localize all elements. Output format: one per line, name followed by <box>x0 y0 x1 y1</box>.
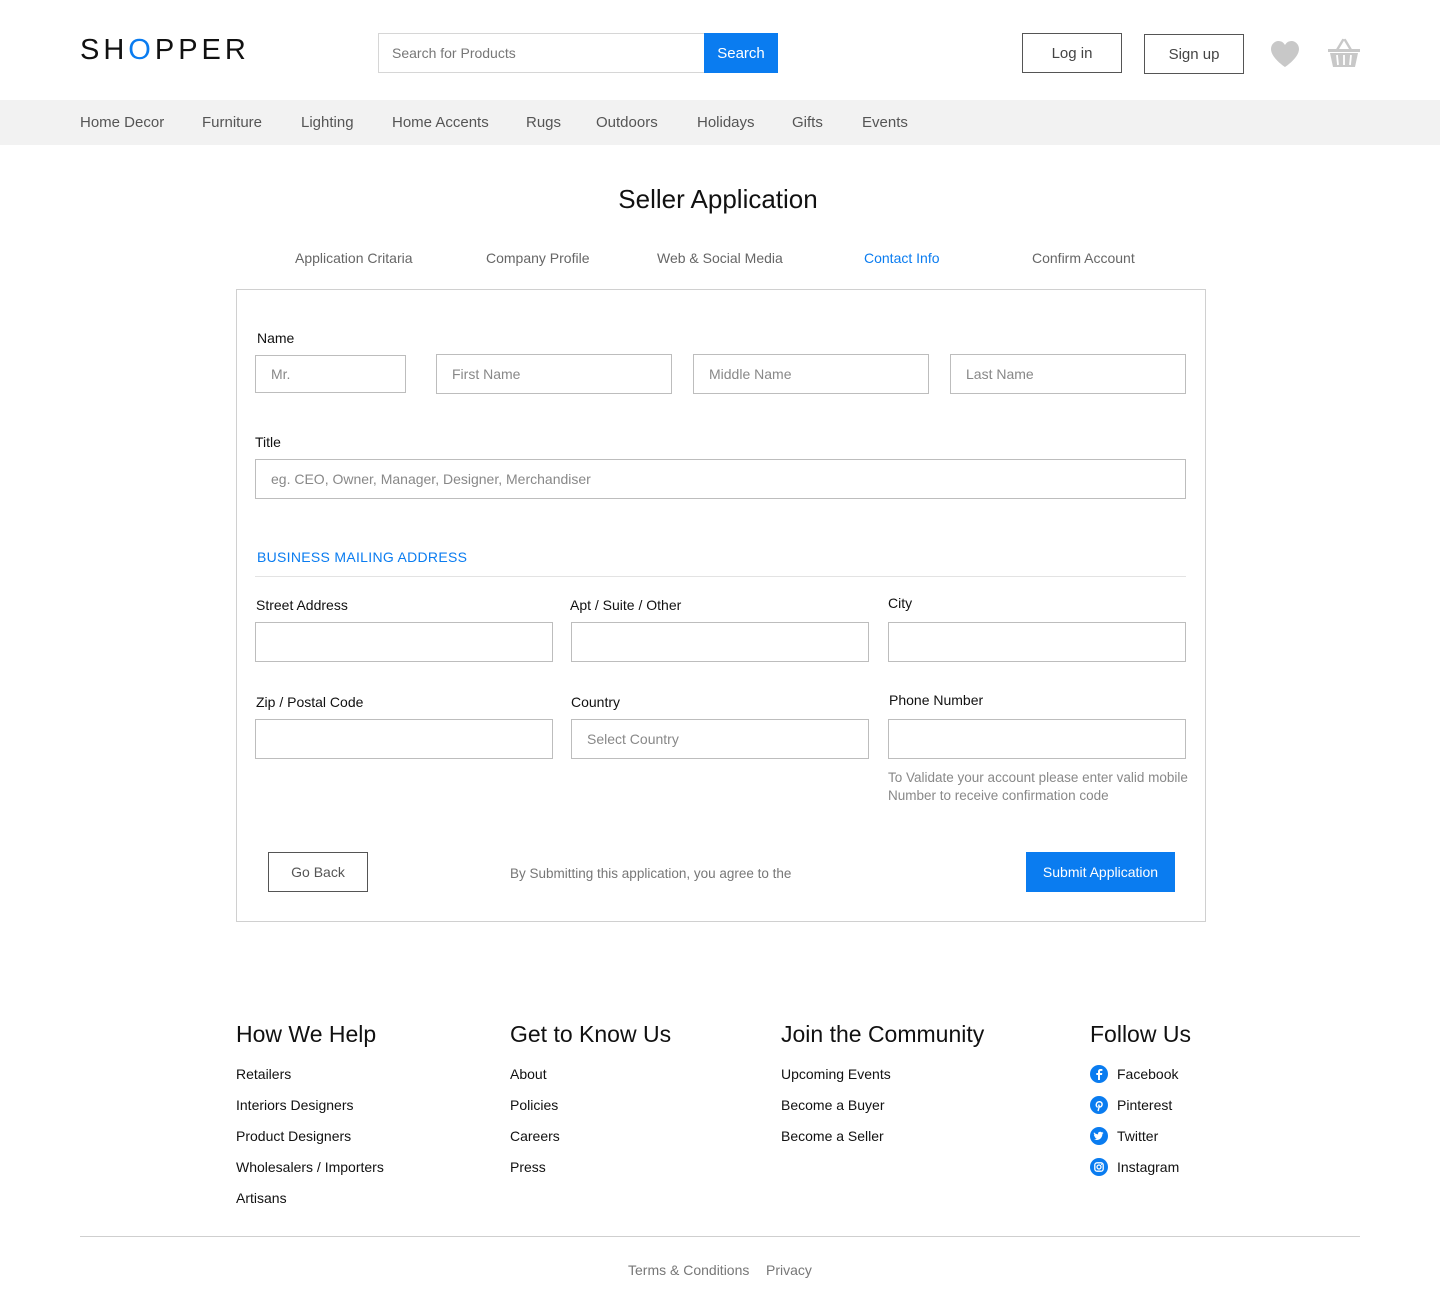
footer-link-upcoming-events[interactable]: Upcoming Events <box>781 1065 984 1096</box>
step-contact-info[interactable]: Contact Info <box>864 250 940 266</box>
submit-application-button[interactable]: Submit Application <box>1026 852 1175 892</box>
nav-outdoors[interactable]: Outdoors <box>596 114 658 131</box>
footer-divider <box>80 1236 1360 1237</box>
pinterest-icon <box>1090 1096 1108 1114</box>
footer-link-wholesalers[interactable]: Wholesalers / Importers <box>236 1158 384 1189</box>
search-button[interactable]: Search <box>704 33 778 73</box>
city-input[interactable] <box>888 622 1186 662</box>
nav-home-decor[interactable]: Home Decor <box>80 114 164 131</box>
logo[interactable]: SHOPPER <box>80 34 250 67</box>
nav-gifts[interactable]: Gifts <box>792 114 823 131</box>
go-back-button[interactable]: Go Back <box>268 852 368 892</box>
footer-link-become-buyer[interactable]: Become a Buyer <box>781 1096 984 1127</box>
footer-link-interiors-designers[interactable]: Interiors Designers <box>236 1096 384 1127</box>
social-label: Instagram <box>1117 1159 1180 1175</box>
twitter-icon <box>1090 1127 1108 1145</box>
footer-link-policies[interactable]: Policies <box>510 1096 671 1127</box>
instagram-icon <box>1090 1158 1108 1176</box>
footer-link-about[interactable]: About <box>510 1065 671 1096</box>
street-address-input[interactable] <box>255 622 553 662</box>
phone-label: Phone Number <box>889 692 984 708</box>
footer-heading: Get to Know Us <box>510 1021 672 1047</box>
title-input[interactable] <box>255 459 1186 499</box>
country-label: Country <box>571 694 621 710</box>
footer-link-instagram[interactable]: Instagram <box>1090 1158 1191 1189</box>
nav-events[interactable]: Events <box>862 114 908 131</box>
privacy-link[interactable]: Privacy <box>766 1262 812 1278</box>
street-address-label: Street Address <box>256 597 348 613</box>
step-web-social-media[interactable]: Web & Social Media <box>657 250 783 266</box>
apt-suite-label: Apt / Suite / Other <box>570 597 682 613</box>
footer-heading: Join the Community <box>781 1021 985 1047</box>
agreement-text: By Submitting this application, you agre… <box>510 866 792 881</box>
footer-get-to-know-us: Get to Know Us About Policies Careers Pr… <box>510 1021 671 1189</box>
footer-link-press[interactable]: Press <box>510 1158 671 1189</box>
first-name-input[interactable] <box>436 354 672 394</box>
footer-link-become-seller[interactable]: Become a Seller <box>781 1127 984 1158</box>
footer-link-facebook[interactable]: Facebook <box>1090 1065 1191 1096</box>
page-title: Seller Application <box>618 184 818 214</box>
logo-text-end: PPER <box>154 34 250 66</box>
login-button[interactable]: Log in <box>1022 33 1122 73</box>
footer-follow-us: Follow Us Facebook Pinterest Twitter Ins… <box>1090 1021 1191 1189</box>
last-name-input[interactable] <box>950 354 1186 394</box>
footer-link-retailers[interactable]: Retailers <box>236 1065 384 1096</box>
footer-link-pinterest[interactable]: Pinterest <box>1090 1096 1191 1127</box>
middle-name-input[interactable] <box>693 354 929 394</box>
logo-text-o: O <box>128 34 155 66</box>
footer-how-we-help: How We Help Retailers Interiors Designer… <box>236 1021 384 1220</box>
footer-link-careers[interactable]: Careers <box>510 1127 671 1158</box>
footer-link-artisans[interactable]: Artisans <box>236 1189 384 1220</box>
apt-suite-input[interactable] <box>571 622 869 662</box>
step-confirm-account[interactable]: Confirm Account <box>1032 250 1135 266</box>
business-address-heading: BUSINESS MAILING ADDRESS <box>257 549 468 565</box>
nav-lighting[interactable]: Lighting <box>301 114 354 131</box>
zip-label: Zip / Postal Code <box>256 694 364 710</box>
signup-button[interactable]: Sign up <box>1144 34 1244 74</box>
social-label: Twitter <box>1117 1128 1159 1144</box>
nav-furniture[interactable]: Furniture <box>202 114 262 131</box>
footer-join-community: Join the Community Upcoming Events Becom… <box>781 1021 984 1158</box>
search-bar: Search <box>378 33 778 73</box>
phone-input[interactable] <box>888 719 1186 759</box>
logo-text-start: SH <box>80 34 129 66</box>
section-divider <box>255 576 1186 577</box>
heart-icon[interactable] <box>1270 40 1300 68</box>
nav-holidays[interactable]: Holidays <box>697 114 755 131</box>
social-label: Pinterest <box>1117 1097 1173 1113</box>
footer-heading: How We Help <box>236 1021 377 1047</box>
phone-hint: To Validate your account please enter va… <box>888 770 1188 803</box>
social-label: Facebook <box>1117 1066 1179 1082</box>
footer-link-product-designers[interactable]: Product Designers <box>236 1127 384 1158</box>
salutation-input[interactable] <box>255 355 406 393</box>
step-company-profile[interactable]: Company Profile <box>486 250 590 266</box>
contact-info-form: Name Title BUSINESS MAILING ADDRESS Stre… <box>236 289 1206 922</box>
country-select[interactable]: Select Country <box>571 719 869 759</box>
search-input[interactable] <box>378 33 704 73</box>
country-select-value: Select Country <box>587 731 679 747</box>
footer-link-twitter[interactable]: Twitter <box>1090 1127 1191 1158</box>
city-label: City <box>888 595 913 611</box>
step-application-criteria[interactable]: Application Critaria <box>295 250 413 266</box>
zip-input[interactable] <box>255 719 553 759</box>
footer-heading: Follow Us <box>1090 1021 1191 1047</box>
nav-home-accents[interactable]: Home Accents <box>392 114 489 131</box>
site-header: SHOPPER Search Log in Sign up <box>0 0 1440 100</box>
category-nav: Home Decor Furniture Lighting Home Accen… <box>0 100 1440 145</box>
basket-icon[interactable] <box>1327 38 1361 68</box>
name-label: Name <box>257 330 295 346</box>
title-label: Title <box>255 434 281 450</box>
terms-link[interactable]: Terms & Conditions <box>628 1262 749 1278</box>
facebook-icon <box>1090 1065 1108 1083</box>
nav-rugs[interactable]: Rugs <box>526 114 561 131</box>
